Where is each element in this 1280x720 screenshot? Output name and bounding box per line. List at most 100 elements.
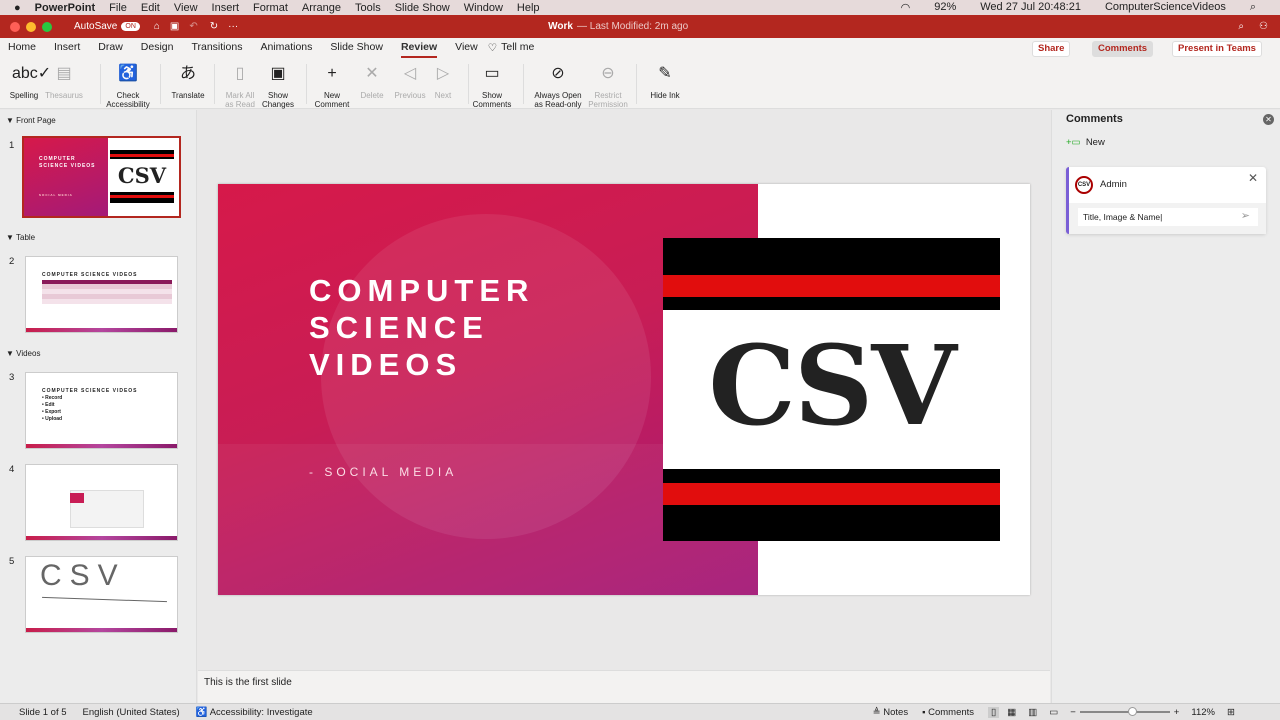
tab-home[interactable]: Home bbox=[8, 38, 36, 58]
thumb-title: COMPUTER SCIENCE VIDEOS bbox=[39, 156, 96, 169]
battery-status[interactable]: 92% bbox=[934, 1, 956, 14]
current-slide[interactable]: COMPUTER SCIENCE VIDEOS - SOCIAL MEDIA C… bbox=[218, 184, 1030, 595]
ribbon-separator bbox=[468, 64, 469, 104]
slideshow-icon[interactable]: ▭ bbox=[1049, 707, 1058, 718]
slide-number: 5 bbox=[9, 556, 15, 567]
section-label: Videos bbox=[16, 349, 41, 358]
csv-logo-image[interactable]: CSV bbox=[663, 238, 1000, 541]
comments-toggle[interactable]: ▪ Comments bbox=[922, 707, 974, 718]
slide-sorter-icon[interactable]: ▦ bbox=[1007, 707, 1016, 718]
show-icon: ▭ bbox=[484, 65, 500, 82]
language[interactable]: English (United States) bbox=[83, 707, 180, 718]
zoom-in-icon[interactable]: + bbox=[1174, 707, 1180, 718]
show-icon: ▣ bbox=[270, 65, 286, 82]
notes-toggle[interactable]: ≜ Notes bbox=[873, 707, 908, 718]
menu-insert[interactable]: Insert bbox=[212, 2, 240, 14]
close-window-button[interactable] bbox=[10, 21, 20, 32]
present-in-teams-button[interactable]: Present in Teams bbox=[1172, 41, 1262, 57]
ribbon-button-thesaurus[interactable]: ▤ Thesaurus bbox=[34, 62, 94, 100]
tab-slideshow[interactable]: Slide Show bbox=[330, 38, 383, 58]
zoom-button[interactable] bbox=[42, 21, 52, 32]
slide-counter: Slide 1 of 5 bbox=[19, 706, 67, 718]
section-front-page[interactable]: ▼ Front Page bbox=[6, 116, 56, 125]
thesaurus-icon: ▤ bbox=[56, 65, 72, 82]
menu-view[interactable]: View bbox=[174, 2, 198, 14]
collaborate-icon[interactable]: ⚇ bbox=[1259, 21, 1268, 32]
tab-insert[interactable]: Insert bbox=[54, 38, 80, 58]
section-videos[interactable]: ▼ Videos bbox=[6, 349, 40, 358]
slide-thumbnail-3[interactable]: COMPUTER SCIENCE VIDEOS • Record • Edit … bbox=[25, 372, 178, 449]
more-icon[interactable]: ··· bbox=[228, 21, 238, 32]
notes-pane[interactable]: This is the first slide bbox=[198, 670, 1050, 703]
slide-number: 1 bbox=[9, 140, 15, 151]
section-table[interactable]: ▼ Table bbox=[6, 233, 35, 242]
button-label: Accessibility bbox=[106, 100, 150, 109]
share-button[interactable]: Share bbox=[1032, 41, 1071, 57]
menu-edit[interactable]: Edit bbox=[141, 2, 160, 14]
comments-pane: Comments ✕ +▭ New CSV Admin ✕ Title, Ima… bbox=[1051, 110, 1280, 703]
save-icon[interactable]: ▣ bbox=[170, 21, 179, 32]
close-pane-icon[interactable]: ✕ bbox=[1263, 114, 1274, 125]
zoom-out-icon[interactable]: − bbox=[1070, 707, 1076, 718]
tab-animations[interactable]: Animations bbox=[260, 38, 312, 58]
ribbon-tabs: Home Insert Draw Design Transitions Anim… bbox=[0, 38, 1280, 58]
check-icon: ♿ bbox=[118, 65, 138, 82]
title-line: COMPUTER bbox=[309, 273, 535, 308]
ribbon-button-show[interactable]: ▭ Show Comments bbox=[462, 62, 522, 109]
tab-view[interactable]: View bbox=[455, 38, 478, 58]
tell-me[interactable]: Tell me bbox=[501, 38, 534, 58]
user-name[interactable]: ComputerScienceVideos bbox=[1105, 1, 1226, 14]
zoom-slider[interactable] bbox=[1079, 707, 1170, 716]
redo-icon[interactable]: ↻ bbox=[210, 21, 218, 32]
ribbon-button-check[interactable]: ♿ Check Accessibility bbox=[98, 62, 158, 109]
apple-icon[interactable]: ● bbox=[14, 2, 21, 14]
close-icon[interactable]: ✕ bbox=[1248, 171, 1258, 185]
normal-view-icon[interactable]: ▯ bbox=[988, 706, 1000, 718]
menu-file[interactable]: File bbox=[109, 2, 127, 14]
thumb-bullet: • Edit bbox=[42, 402, 55, 408]
minimize-button[interactable] bbox=[26, 21, 36, 32]
ribbon-button-translate[interactable]: あ Translate bbox=[158, 62, 218, 100]
ribbon-button-restrict[interactable]: ⊖ Restrict Permission bbox=[578, 62, 638, 109]
ribbon-button-show[interactable]: ▣ Show Changes bbox=[248, 62, 308, 109]
tab-design[interactable]: Design bbox=[141, 38, 174, 58]
autosave-toggle[interactable]: ON bbox=[121, 22, 140, 31]
fit-to-window-icon[interactable]: ⊞ bbox=[1227, 707, 1235, 718]
menu-help[interactable]: Help bbox=[517, 2, 540, 14]
clock[interactable]: Wed 27 Jul 20:48:21 bbox=[980, 1, 1081, 14]
zoom-level[interactable]: 112% bbox=[1191, 707, 1215, 718]
menu-slideshow[interactable]: Slide Show bbox=[395, 2, 450, 14]
home-icon[interactable]: ⌂ bbox=[154, 21, 160, 32]
tab-draw[interactable]: Draw bbox=[98, 38, 123, 58]
menu-arrange[interactable]: Arrange bbox=[302, 2, 341, 14]
undo-icon[interactable]: ↶ bbox=[189, 21, 197, 32]
comment-card[interactable]: CSV Admin ✕ Title, Image & Name| ➢ bbox=[1066, 167, 1266, 234]
tab-transitions[interactable]: Transitions bbox=[191, 38, 242, 58]
new-comment-button[interactable]: +▭ New bbox=[1066, 137, 1105, 148]
menu-format[interactable]: Format bbox=[253, 2, 288, 14]
accessibility-status[interactable]: ♿ Accessibility: Investigate bbox=[196, 707, 313, 718]
ribbon-button-hide-ink[interactable]: ✎ Hide Ink bbox=[635, 62, 695, 100]
slide-subtitle[interactable]: - SOCIAL MEDIA bbox=[309, 465, 457, 479]
spotlight-icon[interactable]: ⌕ bbox=[1250, 1, 1256, 14]
app-menu[interactable]: PowerPoint bbox=[35, 2, 96, 14]
search-icon[interactable]: ⌕ bbox=[1238, 21, 1244, 32]
comments-button[interactable]: Comments bbox=[1092, 41, 1154, 57]
document-title[interactable]: Work bbox=[548, 21, 573, 32]
menu-tools[interactable]: Tools bbox=[355, 2, 381, 14]
reading-view-icon[interactable]: ▥ bbox=[1028, 707, 1037, 718]
slide-title[interactable]: COMPUTER SCIENCE VIDEOS bbox=[309, 272, 534, 383]
slide-thumbnail-2[interactable]: COMPUTER SCIENCE VIDEOS bbox=[25, 256, 178, 333]
wifi-icon[interactable]: ◠ bbox=[901, 1, 911, 14]
send-icon[interactable]: ➢ bbox=[1241, 209, 1250, 222]
spelling-icon: abc✓ bbox=[12, 65, 52, 82]
comment-input[interactable]: Title, Image & Name| bbox=[1078, 208, 1258, 226]
comments-pane-title: Comments bbox=[1066, 113, 1123, 125]
new-label: New bbox=[1085, 137, 1105, 148]
slide-navigator: ▼ Front Page 1 COMPUTER SCIENCE VIDEOS S… bbox=[0, 110, 197, 703]
slide-thumbnail-1[interactable]: COMPUTER SCIENCE VIDEOS SOCIAL MEDIA CSV bbox=[22, 136, 181, 218]
menu-window[interactable]: Window bbox=[464, 2, 503, 14]
slide-thumbnail-5[interactable]: CSV bbox=[25, 556, 178, 633]
slide-thumbnail-4[interactable] bbox=[25, 464, 178, 541]
tab-review[interactable]: Review bbox=[400, 38, 438, 58]
